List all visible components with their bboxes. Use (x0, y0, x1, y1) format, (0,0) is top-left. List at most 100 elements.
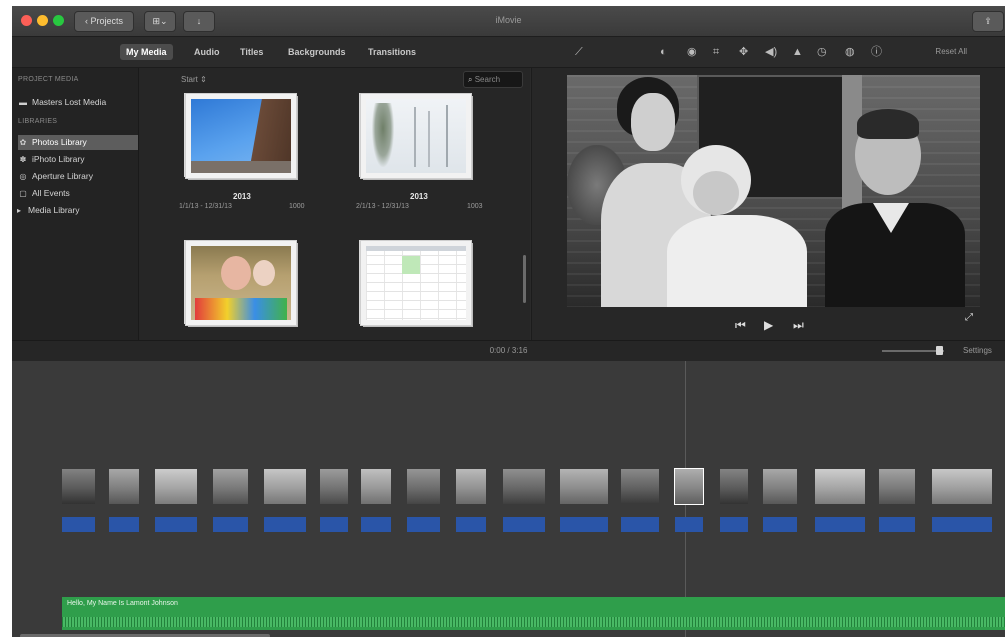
tab-transitions[interactable]: Transitions (362, 44, 422, 60)
sidebar-item-aperture-library[interactable]: ◎ Aperture Library (18, 169, 138, 184)
search-placeholder: Search (474, 75, 501, 84)
skip-back-icon[interactable]: ⏮ (735, 318, 746, 333)
timeline-header: 0:00 / 3:16 Settings (12, 340, 1005, 362)
timeline-clip[interactable] (62, 469, 95, 504)
crop-icon[interactable]: ⌗ (713, 46, 719, 58)
timeline-clip-bar[interactable] (155, 517, 197, 532)
video-preview[interactable] (567, 75, 980, 307)
thumbnail-image (191, 246, 291, 320)
media-thumbnail[interactable] (186, 94, 296, 178)
imovie-window: ‹ Projects ⊞⌄ ↓ iMovie ⇪ My Media Audio … (12, 6, 1005, 637)
color-correction-icon[interactable]: ◉ (687, 46, 697, 58)
media-thumbnail[interactable] (361, 241, 471, 325)
timeline-clip-bar[interactable] (320, 517, 348, 532)
audio-track[interactable]: Hello, My Name Is Lamont Johnson (62, 597, 1005, 630)
tab-backgrounds[interactable]: Backgrounds (282, 44, 352, 60)
timeline-clip[interactable] (763, 469, 797, 504)
main-toolbar: My Media Audio Titles Backgrounds Transi… (12, 37, 1005, 68)
sidebar-item-media-library[interactable]: ▸ Media Library (14, 203, 134, 218)
timeline-clip[interactable] (560, 469, 608, 504)
browser-scrollbar[interactable] (523, 255, 526, 303)
tab-titles[interactable]: Titles (234, 44, 269, 60)
media-thumbnail[interactable] (186, 241, 296, 325)
events-icon: ▢ (19, 189, 27, 198)
thumbnail-count: 1000 (289, 203, 305, 210)
zoom-slider-track[interactable] (882, 350, 944, 352)
timeline-clip[interactable] (407, 469, 440, 504)
search-input[interactable]: ⌕ Search (463, 71, 523, 88)
sidebar-item-project[interactable]: ▬ Masters Lost Media (18, 95, 138, 110)
timeline-clip[interactable] (621, 469, 659, 504)
color-balance-icon[interactable]: ◐ (660, 46, 667, 58)
timeline-settings-button[interactable]: Settings (963, 346, 992, 355)
sidebar-item-label: All Events (32, 188, 70, 198)
libraries-sidebar: PROJECT MEDIA ▭ ▬Masters Lost Media LIBR… (12, 68, 153, 340)
audio-track-label: Hello, My Name Is Lamont Johnson (67, 600, 178, 607)
timeline-clip-bar[interactable] (675, 517, 703, 532)
timeline-clip-bar[interactable] (720, 517, 748, 532)
sidebar-item-label: Masters Lost Media (32, 97, 107, 107)
timeline-clip[interactable] (456, 469, 486, 504)
timeline-clip-bar[interactable] (109, 517, 139, 532)
noise-reduction-icon[interactable]: ▲ (792, 46, 803, 58)
thumbnail-count: 1003 (467, 203, 483, 210)
timeline-clip[interactable] (879, 469, 915, 504)
play-icon[interactable]: ▶ (764, 318, 773, 332)
timeline-clip-bar[interactable] (560, 517, 608, 532)
disclosure-icon: ▸ (16, 206, 21, 215)
timeline-clip-bar[interactable] (763, 517, 797, 532)
skip-forward-icon[interactable]: ⏭ (793, 318, 804, 333)
timeline-clip[interactable] (155, 469, 197, 504)
timeline-clip[interactable] (720, 469, 748, 504)
timeline-clip-bar[interactable] (407, 517, 440, 532)
iphoto-icon: ✽ (19, 155, 27, 164)
timeline-clip[interactable] (213, 469, 248, 504)
thumbnail-image (366, 99, 466, 173)
timeline-clip-bar[interactable] (879, 517, 915, 532)
film-icon: ▬ (19, 98, 27, 107)
sidebar-item-photos-library[interactable]: ✿ Photos Library (18, 135, 138, 150)
timeline-clip-bar[interactable] (503, 517, 545, 532)
fullscreen-icon[interactable]: ⤢ (965, 312, 973, 323)
magic-wand-icon[interactable]: ⟋ (575, 46, 583, 58)
timeline-clip-bar[interactable] (62, 517, 95, 532)
info-icon[interactable]: ⓘ (871, 46, 882, 58)
timeline-clip-bar[interactable] (815, 517, 865, 532)
timeline-clip[interactable] (674, 468, 704, 505)
timeline-clip[interactable] (932, 469, 992, 504)
thumbnail-date-range: 2/1/13 - 12/31/13 (356, 203, 409, 210)
titlebar: ‹ Projects ⊞⌄ ↓ iMovie ⇪ (12, 6, 1005, 37)
timeline-clip-bar[interactable] (932, 517, 992, 532)
timeline-clip[interactable] (815, 469, 865, 504)
timeline-clip-bar[interactable] (361, 517, 391, 532)
thumbnail-year: 2013 (233, 192, 251, 201)
timecode: 0:00 / 3:16 (489, 346, 528, 355)
timeline-clip[interactable] (109, 469, 139, 504)
reset-all-button[interactable]: Reset All (935, 47, 967, 56)
share-icon: ⇪ (984, 16, 992, 26)
tab-audio[interactable]: Audio (188, 44, 226, 60)
photos-icon: ✿ (19, 138, 27, 147)
timeline-clip[interactable] (361, 469, 391, 504)
timeline-clip[interactable] (320, 469, 348, 504)
sort-filter-button[interactable]: Start ⇕ (181, 75, 207, 84)
zoom-slider-knob[interactable] (936, 346, 943, 355)
share-button[interactable]: ⇪ (972, 11, 1004, 32)
timeline-clip[interactable] (503, 469, 545, 504)
sidebar-item-all-events[interactable]: ▢ All Events (18, 186, 138, 201)
thumbnail-image (366, 246, 466, 320)
volume-icon[interactable]: ◀) (765, 46, 777, 58)
tab-my-media[interactable]: My Media (120, 44, 173, 60)
timeline-clip-bar[interactable] (456, 517, 486, 532)
timeline-clip-bar[interactable] (621, 517, 659, 532)
timeline-clip-bar[interactable] (264, 517, 306, 532)
stabilization-icon[interactable]: ✥ (739, 46, 748, 58)
speed-icon[interactable]: ◷ (817, 46, 827, 58)
sidebar-item-iphoto-library[interactable]: ✽ iPhoto Library (18, 152, 138, 167)
filter-icon[interactable]: ◍ (845, 46, 855, 58)
aperture-icon: ◎ (19, 172, 27, 181)
media-thumbnail[interactable] (361, 94, 471, 178)
timeline-clip[interactable] (264, 469, 306, 504)
search-icon: ⌕ (468, 75, 473, 84)
timeline-clip-bar[interactable] (213, 517, 248, 532)
